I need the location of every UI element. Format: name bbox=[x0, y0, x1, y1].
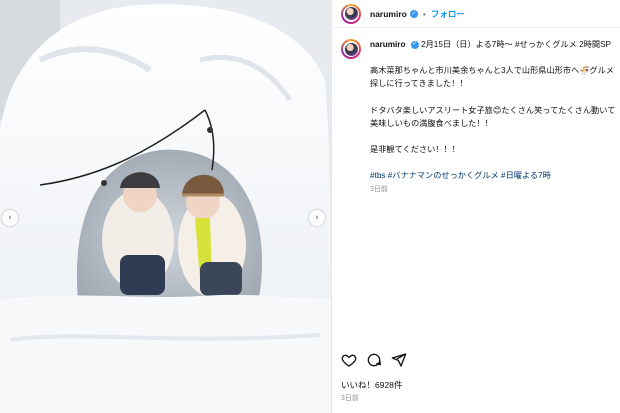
caption: narumiro ✓ 2月15日（日）よる7時〜 #せっかくグルメ 2時間SP … bbox=[341, 38, 620, 197]
chevron-left-icon[interactable]: ‹ bbox=[2, 210, 18, 226]
caption-username[interactable]: narumiro bbox=[370, 40, 406, 49]
caption-hashtags[interactable]: #tbs #バナナマンのせっかくグルメ #日曜よる7時 bbox=[370, 169, 618, 182]
action-bar bbox=[341, 352, 407, 368]
caption-paragraph-3: 是非観てください！！！ bbox=[370, 145, 460, 155]
caption-avatar[interactable] bbox=[341, 39, 361, 59]
post-timestamp: 3日前 bbox=[341, 395, 359, 402]
post-side-panel: narumiro ✓ • フォロー narumiro ✓ 2月15日（日）よる7… bbox=[331, 0, 620, 413]
chevron-right-icon[interactable]: › bbox=[309, 210, 325, 226]
comment-icon[interactable] bbox=[366, 352, 382, 368]
like-count[interactable]: いいね！6928件 bbox=[341, 379, 402, 391]
snow-cave-image bbox=[0, 0, 331, 413]
verified-badge-icon: ✓ bbox=[410, 40, 419, 49]
caption-paragraph-1: 高木菜那ちゃんと市川美余ちゃんと3人で山形県山形市へ🍜グルメ探しに行ってきました… bbox=[370, 66, 614, 89]
caption-age: 3日前 bbox=[370, 186, 388, 194]
caption-text: narumiro ✓ 2月15日（日）よる7時〜 #せっかくグルメ 2時間SP … bbox=[370, 38, 618, 197]
separator-dot: • bbox=[422, 8, 426, 19]
avatar[interactable] bbox=[341, 3, 361, 24]
verified-badge-icon: ✓ bbox=[409, 9, 418, 18]
caption-paragraph-2: ドタバタ楽しいアスリート女子旅😊たくさん笑ってたくさん動いて美味しいもの満腹食べ… bbox=[370, 105, 616, 128]
share-icon[interactable] bbox=[391, 352, 407, 368]
header-username[interactable]: narumiro bbox=[370, 9, 407, 19]
post-header: narumiro ✓ • フォロー bbox=[332, 0, 620, 28]
caption-line1: 2月15日（日）よる7時〜 #せっかくグルメ 2時間SP bbox=[421, 40, 611, 49]
heart-icon[interactable] bbox=[341, 352, 357, 368]
post-photo[interactable]: ‹ › bbox=[0, 0, 331, 413]
follow-button[interactable]: フォロー bbox=[431, 8, 465, 20]
